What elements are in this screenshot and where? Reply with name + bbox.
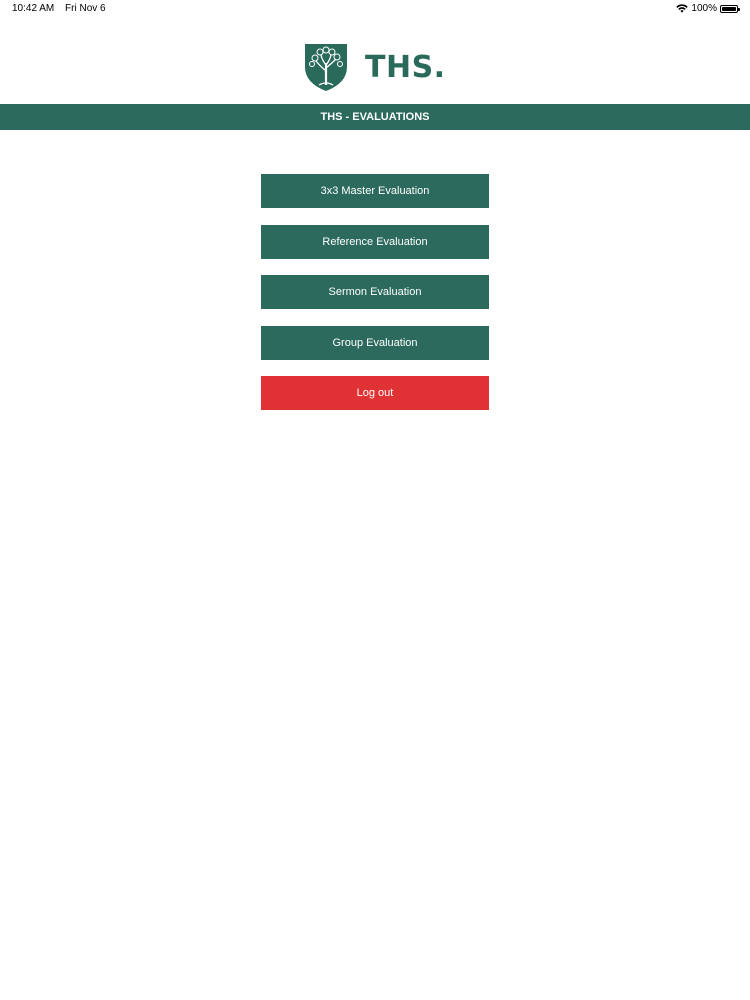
group-evaluation-button[interactable]: Group Evaluation [261,325,489,360]
page-title: THS - EVALUATIONS [320,111,430,123]
shield-tree-icon [305,44,347,91]
logo: THS. [303,41,446,93]
logout-button[interactable]: Log out [261,376,489,410]
header-bar: THS - EVALUATIONS [0,104,750,130]
evaluation-menu: 3x3 Master Evaluation Reference Evaluati… [261,174,489,427]
sermon-evaluation-button[interactable]: Sermon Evaluation [261,275,489,309]
reference-evaluation-button[interactable]: Reference Evaluation [261,224,489,259]
status-left: 10:42 AM Fri Nov 6 [12,3,106,14]
status-right: 100% [676,3,740,14]
status-date: Fri Nov 6 [65,3,106,14]
master-evaluation-button[interactable]: 3x3 Master Evaluation [261,174,489,208]
status-bar: 10:42 AM Fri Nov 6 100% [0,0,750,18]
wifi-icon [676,4,689,13]
logo-wordmark: THS. [365,49,446,85]
battery-percentage: 100% [691,3,717,14]
status-time: 10:42 AM [12,3,55,14]
battery-fill [722,6,736,11]
battery-icon [720,4,740,13]
